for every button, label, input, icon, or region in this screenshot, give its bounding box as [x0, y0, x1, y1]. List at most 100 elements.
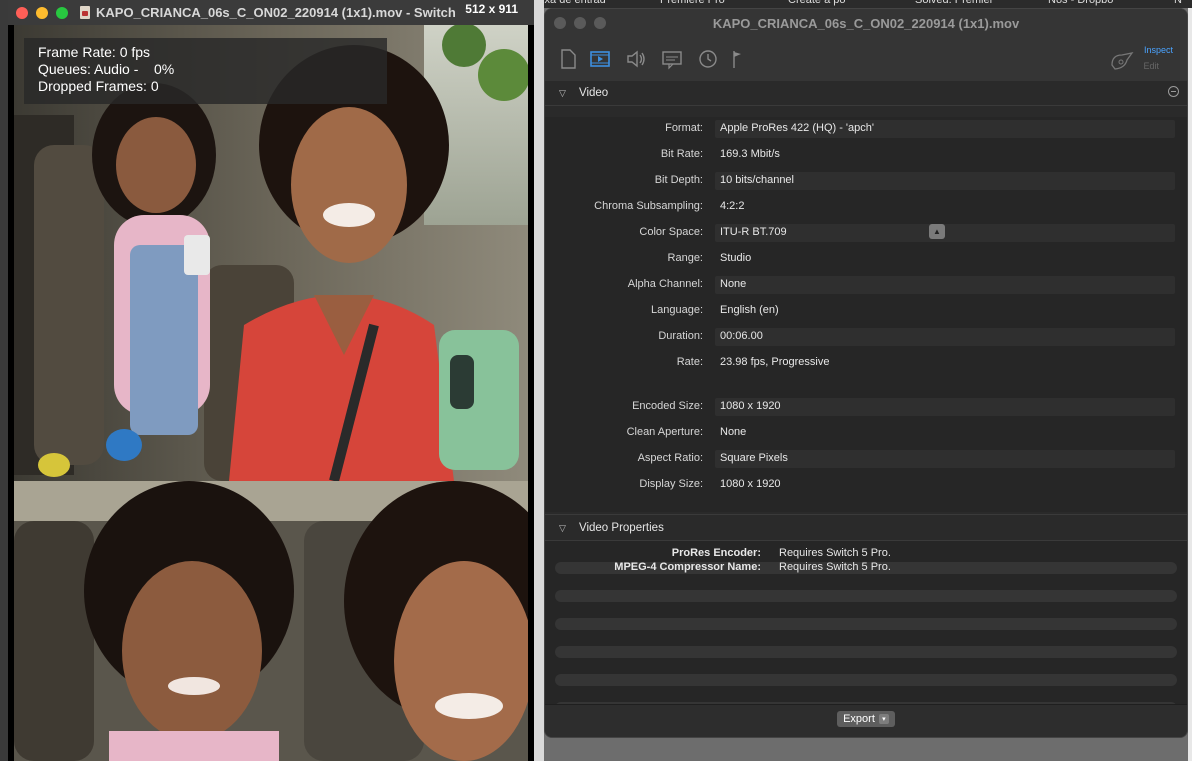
inspector-footer: Export ▾: [545, 704, 1187, 737]
clock-icon[interactable]: [695, 47, 721, 71]
property-row-language: Language: English (en): [545, 299, 1187, 325]
player-window: KAPO_CRIANCA_06s_C_ON02_220914 (1x1).mov…: [8, 0, 534, 761]
property-value: 1080 x 1920: [720, 400, 781, 412]
player-titlebar[interactable]: KAPO_CRIANCA_06s_C_ON02_220914 (1x1).mov…: [8, 0, 534, 25]
video-frame-bottom-image: [14, 481, 528, 761]
vp-row-prores-encoder: ProRes Encoder: Requires Switch 5 Pro.: [545, 547, 1187, 561]
video-properties-extra-list: ProRes Encoder: Requires Switch 5 Pro. M…: [545, 541, 1187, 714]
property-row-aspect-ratio: Aspect Ratio: Square Pixels: [545, 447, 1187, 473]
property-row-alpha-channel: Alpha Channel: None: [545, 273, 1187, 299]
inspector-toolbar: Inspect Edit: [545, 37, 1187, 82]
zoom-button[interactable]: [56, 6, 68, 19]
property-label: Chroma Subsampling:: [594, 200, 703, 212]
property-label: Range:: [667, 252, 703, 264]
inspector-window: KAPO_CRIANCA_06s_C_ON02_220914 (1x1).mov…: [544, 8, 1188, 738]
property-row-encoded-size: Encoded Size: 1080 x 1920: [545, 395, 1187, 421]
frame-rate-stat: Frame Rate: 0 fps: [38, 44, 151, 60]
property-row-display-size: Display Size: 1080 x 1920: [545, 473, 1187, 499]
inspect-edit-switch[interactable]: Inspect Edit: [1109, 45, 1177, 75]
video-section-header[interactable]: ▽ Video: [545, 81, 1187, 105]
property-label: Bit Depth:: [654, 174, 703, 186]
audio-icon[interactable]: [623, 47, 649, 71]
property-value: Square Pixels: [720, 452, 788, 464]
background-window-right: [1188, 8, 1192, 761]
vp-value: Requires Switch 5 Pro.: [779, 561, 891, 573]
video-properties-section-header[interactable]: ▽ Video Properties: [545, 516, 1187, 540]
property-value: 4:2:2: [720, 200, 745, 212]
section-divider: [545, 514, 1187, 515]
inspector-title: KAPO_CRIANCA_06s_C_ON02_220914 (1x1).mov: [712, 16, 1020, 31]
property-row-clean-aperture: Clean Aperture: None: [545, 421, 1187, 447]
background-tab: Create a po: [788, 0, 846, 6]
property-label: Encoded Size:: [632, 400, 703, 412]
video-properties-section-title: Video Properties: [579, 522, 664, 534]
background-tab: Solved: Premier: [915, 0, 994, 6]
inspect-mode-icon: [1111, 52, 1134, 70]
video-frame-bottom[interactable]: [14, 481, 528, 761]
property-value: None: [720, 278, 747, 290]
row-stripe: [555, 590, 1177, 602]
property-row-rate: Rate: 23.98 fps, Progressive: [545, 351, 1187, 377]
property-row-duration: Duration: 00:06.00: [545, 325, 1187, 351]
minimize-button[interactable]: [36, 6, 48, 19]
background-window-left: [0, 0, 8, 761]
property-value: Apple ProRes 422 (HQ) - 'apch': [720, 122, 874, 134]
chevron-down-icon: ▽: [559, 87, 566, 98]
property-value: None: [720, 426, 747, 438]
property-row-chroma-subsampling: Chroma Subsampling: 4:2:2: [545, 195, 1187, 221]
video-section-title: Video: [579, 87, 609, 99]
chevron-down-icon: ▽: [559, 522, 566, 533]
inspector-titlebar[interactable]: KAPO_CRIANCA_06s_C_ON02_220914 (1x1).mov: [545, 9, 1187, 37]
edit-mode-label[interactable]: Edit: [1143, 61, 1159, 71]
vp-row-mpeg4-compressor: MPEG-4 Compressor Name: Requires Switch …: [545, 561, 1187, 575]
property-label: Rate:: [676, 356, 703, 368]
row-stripe: [555, 618, 1177, 630]
vp-value: Requires Switch 5 Pro.: [779, 547, 891, 559]
chevron-down-icon: ▾: [878, 714, 889, 724]
property-value: ITU-R BT.709: [720, 226, 787, 238]
document-icon[interactable]: [555, 47, 581, 71]
property-label: Format:: [665, 122, 703, 134]
property-label: Color Space:: [639, 226, 703, 238]
subtitle-icon[interactable]: [659, 47, 685, 71]
color-space-info-button[interactable]: ▲: [929, 224, 945, 239]
property-value: 10 bits/channel: [720, 174, 794, 186]
export-button[interactable]: Export ▾: [837, 711, 895, 727]
property-value: English (en): [720, 304, 779, 316]
property-label: Display Size:: [639, 478, 703, 490]
section-divider: [545, 105, 1187, 106]
video-icon[interactable]: [587, 47, 613, 71]
movie-file-icon: [80, 6, 90, 19]
flag-icon[interactable]: [725, 47, 751, 71]
property-label: Duration:: [658, 330, 703, 342]
property-label: Language:: [651, 304, 703, 316]
playback-stats-overlay: Frame Rate: 0 fps Queues: Audio - 0% Dro…: [24, 38, 387, 104]
property-value: 1080 x 1920: [720, 478, 781, 490]
background-tab: Nos - Dropbo: [1048, 0, 1114, 6]
inspect-mode-label[interactable]: Inspect: [1144, 45, 1173, 55]
vp-label: MPEG-4 Compressor Name:: [614, 561, 761, 573]
property-label: Aspect Ratio:: [637, 452, 703, 464]
collapse-section-icon[interactable]: [1168, 86, 1179, 97]
video-dimensions: 512 x 911: [465, 2, 518, 16]
property-row-range: Range: Studio: [545, 247, 1187, 273]
vp-label: ProRes Encoder:: [671, 547, 761, 559]
dropped-frames-stat: Dropped Frames: 0: [38, 78, 159, 94]
background-window-gap: [534, 0, 544, 761]
export-label: Export: [843, 713, 875, 725]
property-label: Clean Aperture:: [626, 426, 703, 438]
player-title: KAPO_CRIANCA_06s_C_ON02_220914 (1x1).mov…: [96, 5, 456, 20]
close-button[interactable]: [16, 6, 28, 19]
property-value: Studio: [720, 252, 752, 264]
property-row-format: Format: Apple ProRes 422 (HQ) - 'apch': [545, 117, 1187, 143]
property-row-bit-rate: Bit Rate: 169.3 Mbit/s: [545, 143, 1187, 169]
property-value: 169.3 Mbit/s: [720, 148, 780, 160]
property-row-color-space: Color Space: ITU-R BT.709 ▲: [545, 221, 1187, 247]
property-value: 23.98 fps, Progressive: [720, 356, 830, 368]
background-tab: N: [1174, 0, 1182, 6]
queues-stat: Queues: Audio - 0%: [38, 61, 175, 77]
property-row-bit-depth: Bit Depth: 10 bits/channel: [545, 169, 1187, 195]
property-label: Bit Rate:: [660, 148, 703, 160]
property-value: 00:06.00: [720, 330, 763, 342]
background-tab: Premiere Pro: [660, 0, 725, 6]
